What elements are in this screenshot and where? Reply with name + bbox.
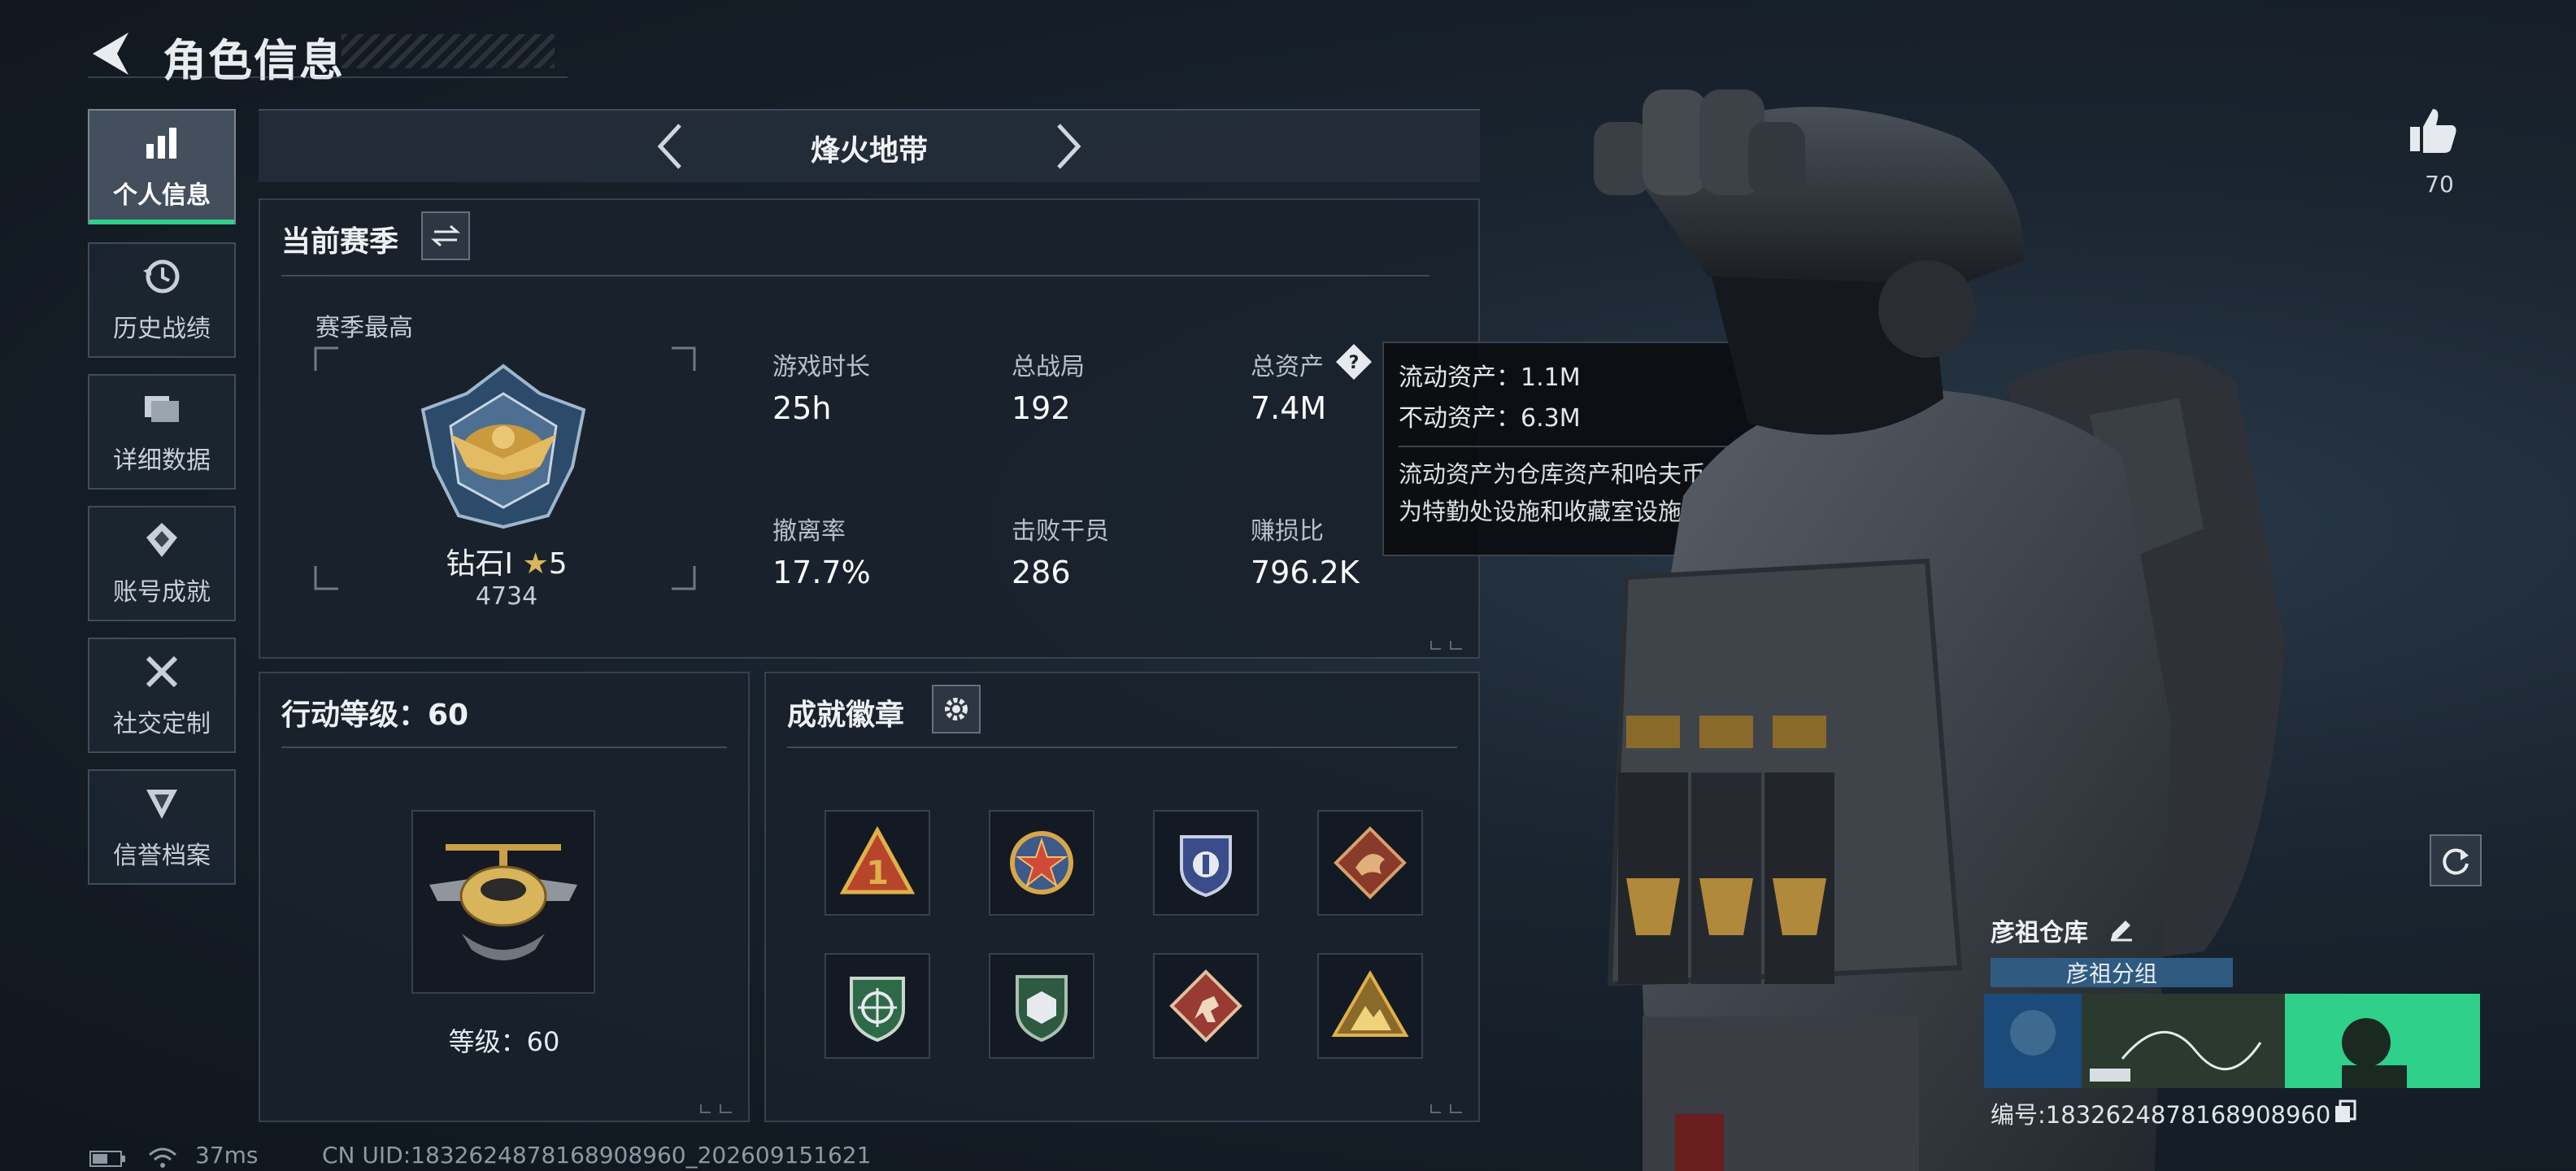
action-level-title: 行动等级：60 bbox=[281, 699, 469, 732]
badge-slot[interactable]: 1 bbox=[825, 810, 930, 916]
bar-chart-icon bbox=[146, 128, 176, 159]
mountain-triangle-badge-icon bbox=[1331, 970, 1409, 1037]
season-best-label: 赛季最高 bbox=[315, 314, 413, 342]
shield-rank-icon bbox=[146, 790, 177, 819]
season-switch-button[interactable] bbox=[421, 211, 470, 260]
stat-label: 撤离率 bbox=[772, 517, 846, 546]
badge-slot[interactable] bbox=[1153, 810, 1259, 916]
back-arrow-icon[interactable] bbox=[88, 29, 133, 78]
corner-decoration bbox=[1430, 1104, 1462, 1113]
stat-value: 17.7% bbox=[772, 555, 871, 590]
action-level-divider bbox=[281, 747, 727, 748]
page-title: 角色信息 bbox=[163, 35, 345, 86]
stat-label: 总资产 bbox=[1251, 353, 1324, 381]
rotate-model-button[interactable] bbox=[2430, 834, 2482, 886]
badge-slot[interactable] bbox=[1153, 953, 1259, 1059]
chevron-right-icon[interactable] bbox=[1042, 120, 1091, 172]
badge-slot[interactable] bbox=[1317, 810, 1423, 916]
stat-value: 7.4M bbox=[1251, 390, 1327, 426]
rank-points: 4734 bbox=[475, 582, 538, 611]
sidebar-item-credit[interactable]: 信誉档案 bbox=[88, 769, 236, 885]
sidebar-item-label: 个人信息 bbox=[113, 181, 211, 210]
dragon-diamond-badge-icon bbox=[1334, 826, 1407, 899]
uid-text: CN UID:1832624878168908960_202609151621 bbox=[322, 1142, 872, 1169]
rank-line: 钻石Ⅰ ★5 bbox=[315, 540, 698, 582]
level-text: 等级：60 bbox=[448, 1026, 560, 1057]
group-name: 彦祖分组 bbox=[2065, 960, 2157, 987]
rank-name: 钻石Ⅰ bbox=[446, 547, 513, 581]
sidebar-item-history[interactable]: 历史战绩 bbox=[88, 242, 236, 358]
sidebar-item-label: 详细数据 bbox=[113, 446, 211, 475]
help-icon: ? bbox=[1336, 344, 1372, 380]
stat-label: 总战局 bbox=[1012, 353, 1085, 381]
diamond-rank-emblem-icon bbox=[420, 363, 586, 529]
sidebar-item-achievements[interactable]: 账号成就 bbox=[88, 506, 236, 621]
total-assets-help-button[interactable]: ? bbox=[1335, 343, 1373, 381]
achievement-badges-panel: 成就徽章 1 bbox=[764, 672, 1480, 1122]
stat-label: 赚损比 bbox=[1251, 517, 1324, 546]
badges-divider bbox=[787, 747, 1457, 748]
badge-slot[interactable] bbox=[825, 953, 930, 1059]
map-name: 烽火地带 bbox=[810, 134, 928, 168]
badge-slot[interactable] bbox=[989, 953, 1094, 1059]
stat-value: 286 bbox=[1012, 555, 1071, 590]
season-panel: 当前赛季 赛季最高 钻石Ⅰ ★5 4734 游戏时长 25h 总战局 192 总… bbox=[259, 198, 1480, 659]
ping-text: 37ms bbox=[195, 1142, 259, 1169]
likes-count: 70 bbox=[2425, 171, 2454, 198]
title-decoration bbox=[342, 34, 555, 68]
tools-icon bbox=[146, 655, 178, 688]
badge-slot[interactable] bbox=[989, 810, 1094, 916]
svg-text:?: ? bbox=[1349, 353, 1360, 373]
sidebar-item-label: 信誉档案 bbox=[113, 842, 211, 870]
svg-text:1: 1 bbox=[866, 855, 889, 892]
police-shield-badge-icon bbox=[1180, 835, 1232, 898]
player-id: 编号:1832624878168908960 bbox=[1991, 1101, 2331, 1129]
thumbs-up-icon[interactable] bbox=[2407, 104, 2459, 156]
stat-value: 192 bbox=[1012, 390, 1071, 426]
battery-icon bbox=[89, 1151, 125, 1167]
corner-decoration bbox=[700, 1104, 732, 1113]
season-divider bbox=[281, 275, 1429, 276]
profile-banner-image bbox=[1984, 994, 2480, 1088]
sidebar-item-social[interactable]: 社交定制 bbox=[88, 638, 236, 753]
season-title: 当前赛季 bbox=[281, 225, 399, 259]
sidebar-item-details[interactable]: 详细数据 bbox=[88, 374, 236, 490]
stat-value: 25h bbox=[772, 390, 832, 426]
badge-slot[interactable] bbox=[1317, 953, 1423, 1059]
green-hex-shield-badge-icon bbox=[1016, 975, 1068, 1043]
helicopter-level-emblem-icon bbox=[429, 844, 577, 960]
swap-icon bbox=[431, 224, 460, 247]
gear-icon bbox=[945, 698, 968, 720]
star-compass-badge-icon bbox=[1010, 831, 1073, 895]
stat-label: 击败干员 bbox=[1012, 517, 1109, 546]
level-emblem-frame bbox=[411, 810, 595, 994]
stat-label: 游戏时长 bbox=[772, 353, 870, 381]
rank-stars: 5 bbox=[548, 547, 568, 581]
copy-icon[interactable] bbox=[2332, 1098, 2358, 1124]
badges-title: 成就徽章 bbox=[787, 699, 905, 732]
group-tag: 彦祖分组 bbox=[1991, 958, 2233, 987]
climber-diamond-badge-icon bbox=[1169, 969, 1242, 1043]
green-crosshair-shield-badge-icon bbox=[850, 977, 905, 1043]
action-level-panel: 行动等级：60 等级：60 bbox=[259, 672, 750, 1122]
header-divider bbox=[88, 76, 568, 78]
wifi-icon bbox=[149, 1147, 176, 1168]
stat-value: 796.2K bbox=[1251, 555, 1360, 590]
sidebar-item-personal-info[interactable]: 个人信息 bbox=[88, 109, 236, 224]
star-icon: ★ bbox=[522, 547, 549, 581]
history-clock-icon bbox=[143, 259, 180, 294]
corner-decoration bbox=[1430, 641, 1462, 650]
folder-icon bbox=[145, 396, 179, 422]
badges-settings-button[interactable] bbox=[932, 685, 981, 734]
sidebar-item-label: 社交定制 bbox=[113, 710, 211, 738]
sidebar-item-label: 账号成就 bbox=[113, 578, 211, 607]
warehouse-name: 彦祖仓库 bbox=[1991, 919, 2088, 947]
rank-1-triangle-badge-icon: 1 bbox=[839, 825, 916, 895]
sidebar-item-label: 历史战绩 bbox=[113, 315, 211, 343]
refresh-icon bbox=[2443, 848, 2469, 875]
map-selector: 烽火地带 bbox=[259, 109, 1480, 182]
edit-pencil-icon[interactable] bbox=[2108, 914, 2135, 942]
achievement-icon bbox=[146, 523, 177, 557]
